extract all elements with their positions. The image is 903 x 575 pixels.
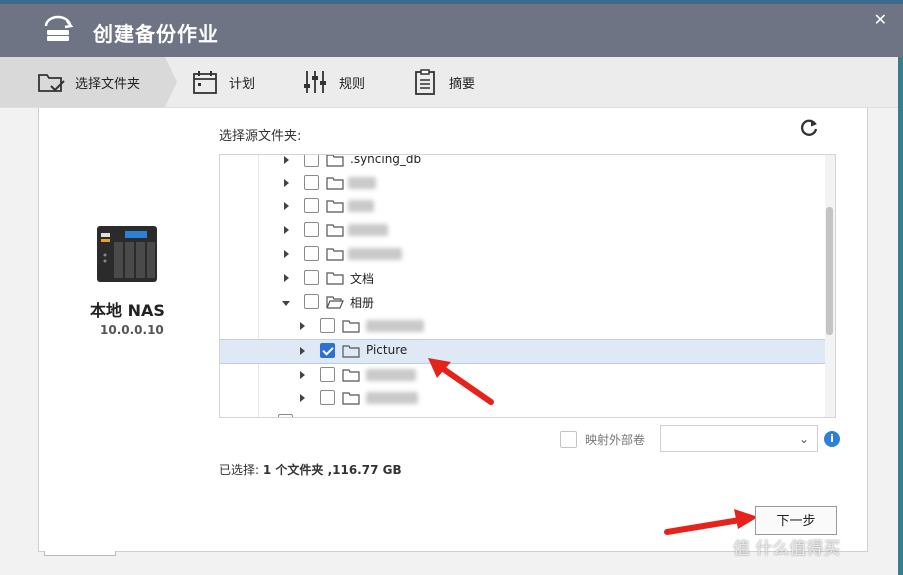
folder-check-icon (38, 74, 65, 92)
next-button[interactable]: 下一步 (755, 506, 837, 535)
tree-row-selected[interactable]: Picture (220, 339, 825, 364)
expand-arrow-icon[interactable] (284, 250, 289, 258)
step-select-folder[interactable]: 选择文件夹 (0, 57, 165, 107)
tree-row[interactable] (220, 315, 825, 338)
map-external-volume-label: 映射外部卷 (585, 433, 646, 447)
expand-arrow-icon[interactable] (300, 322, 305, 330)
step-schedule[interactable]: 计划 (190, 57, 255, 107)
blurred-folder-name (366, 369, 416, 381)
calendar-icon (193, 71, 217, 94)
backup-app-icon (44, 15, 74, 41)
tree-row[interactable] (220, 172, 825, 195)
expand-arrow-icon[interactable] (300, 394, 305, 402)
close-icon[interactable]: ✕ (874, 10, 887, 29)
step-label: 摘要 (449, 76, 476, 92)
expand-arrow-icon[interactable] (284, 202, 289, 210)
expand-arrow-icon[interactable] (284, 156, 289, 164)
step-label: 计划 (229, 76, 256, 92)
map-external-volume-checkbox[interactable] (560, 431, 577, 448)
blurred-folder-name (348, 177, 376, 189)
folder-icon (326, 248, 344, 261)
refresh-icon[interactable] (798, 117, 820, 139)
folder-checkbox[interactable] (304, 270, 319, 285)
step-arrow (165, 57, 177, 107)
folder-checkbox[interactable] (304, 198, 319, 213)
folder-tree[interactable]: .syncing_db 文档 相册 Picture (219, 154, 836, 418)
expand-arrow-icon[interactable] (284, 274, 289, 282)
nas-device-icon (97, 226, 157, 282)
tree-row[interactable]: 相册 (220, 291, 825, 314)
title-bar: 创建备份作业 ✕ (0, 0, 903, 57)
expand-arrow-icon[interactable] (300, 371, 305, 379)
annotation-arrow-icon (428, 358, 494, 405)
folder-name: .syncing_db (350, 154, 422, 166)
sliders-icon (304, 71, 326, 93)
blurred-folder-name (366, 392, 418, 404)
blurred-folder-name (348, 200, 374, 212)
folder-checkbox[interactable] (304, 294, 319, 309)
step-rules[interactable]: 规则 (300, 57, 365, 107)
info-icon[interactable]: i (824, 431, 840, 447)
folder-icon (326, 272, 344, 285)
clipboard-icon (415, 69, 435, 95)
tree-row[interactable] (220, 243, 825, 266)
device-ip: 10.0.0.10 (100, 323, 164, 337)
blurred-folder-name (348, 224, 388, 236)
expand-arrow-icon[interactable] (300, 347, 305, 355)
folder-checkbox[interactable] (278, 414, 293, 417)
folder-checkbox[interactable] (320, 367, 335, 382)
folder-icon (326, 200, 344, 213)
window-title: 创建备份作业 (93, 22, 219, 46)
background-window-edge (898, 57, 903, 575)
folder-name: Picture (366, 343, 408, 357)
collapse-arrow-icon[interactable] (282, 301, 290, 306)
selection-summary-value: 1 个文件夹 ,116.77 GB (262, 463, 402, 477)
folder-checkbox[interactable] (320, 318, 335, 333)
scrollbar-thumb[interactable] (826, 207, 833, 335)
step-label: 规则 (339, 76, 366, 92)
wizard-steps: 选择文件夹 计划 规则 摘要 (0, 57, 903, 108)
folder-icon (342, 320, 360, 333)
folder-checkbox[interactable] (304, 155, 319, 167)
tree-row-partial[interactable] (220, 411, 825, 417)
annotation-arrow-icon (664, 509, 758, 535)
folder-icon (326, 224, 344, 237)
folder-checkbox[interactable] (304, 222, 319, 237)
tree-row[interactable] (220, 195, 825, 218)
tree-row[interactable]: 文档 (220, 267, 825, 290)
title-bar-edge (0, 0, 903, 4)
expand-arrow-icon[interactable] (284, 226, 289, 234)
tree-row[interactable] (220, 387, 825, 410)
step-summary[interactable]: 摘要 (410, 57, 475, 107)
background-window-stub (44, 551, 116, 556)
watermark: 值 什么值得买 (733, 539, 841, 559)
tree-row[interactable]: .syncing_db (220, 154, 825, 172)
tree-row[interactable] (220, 364, 825, 387)
tree-row[interactable] (220, 219, 825, 242)
folder-icon (326, 177, 344, 190)
folder-icon (342, 392, 360, 405)
step-label: 选择文件夹 (75, 76, 141, 92)
folder-checkbox[interactable] (304, 246, 319, 261)
selection-summary-prefix: 已选择: (219, 463, 263, 477)
device-name: 本地 NAS (90, 301, 165, 320)
folder-name: 相册 (350, 296, 375, 310)
selection-summary: 已选择: 1 个文件夹 ,116.77 GB (219, 461, 402, 478)
source-folder-label: 选择源文件夹: (219, 129, 302, 144)
external-volume-select[interactable]: ⌄ (660, 425, 818, 452)
folder-icon (342, 345, 360, 358)
blurred-folder-name (366, 320, 424, 332)
folder-name: 文档 (350, 272, 375, 286)
expand-arrow-icon[interactable] (284, 179, 289, 187)
tree-scrollbar[interactable] (825, 155, 835, 417)
chevron-down-icon: ⌄ (798, 432, 809, 446)
folder-checkbox[interactable] (304, 175, 319, 190)
folder-icon (326, 155, 344, 167)
blurred-folder-name (348, 248, 402, 260)
folder-checkbox-checked[interactable] (320, 343, 335, 358)
folder-checkbox[interactable] (320, 390, 335, 405)
open-folder-icon (326, 296, 344, 309)
folder-icon (342, 369, 360, 382)
